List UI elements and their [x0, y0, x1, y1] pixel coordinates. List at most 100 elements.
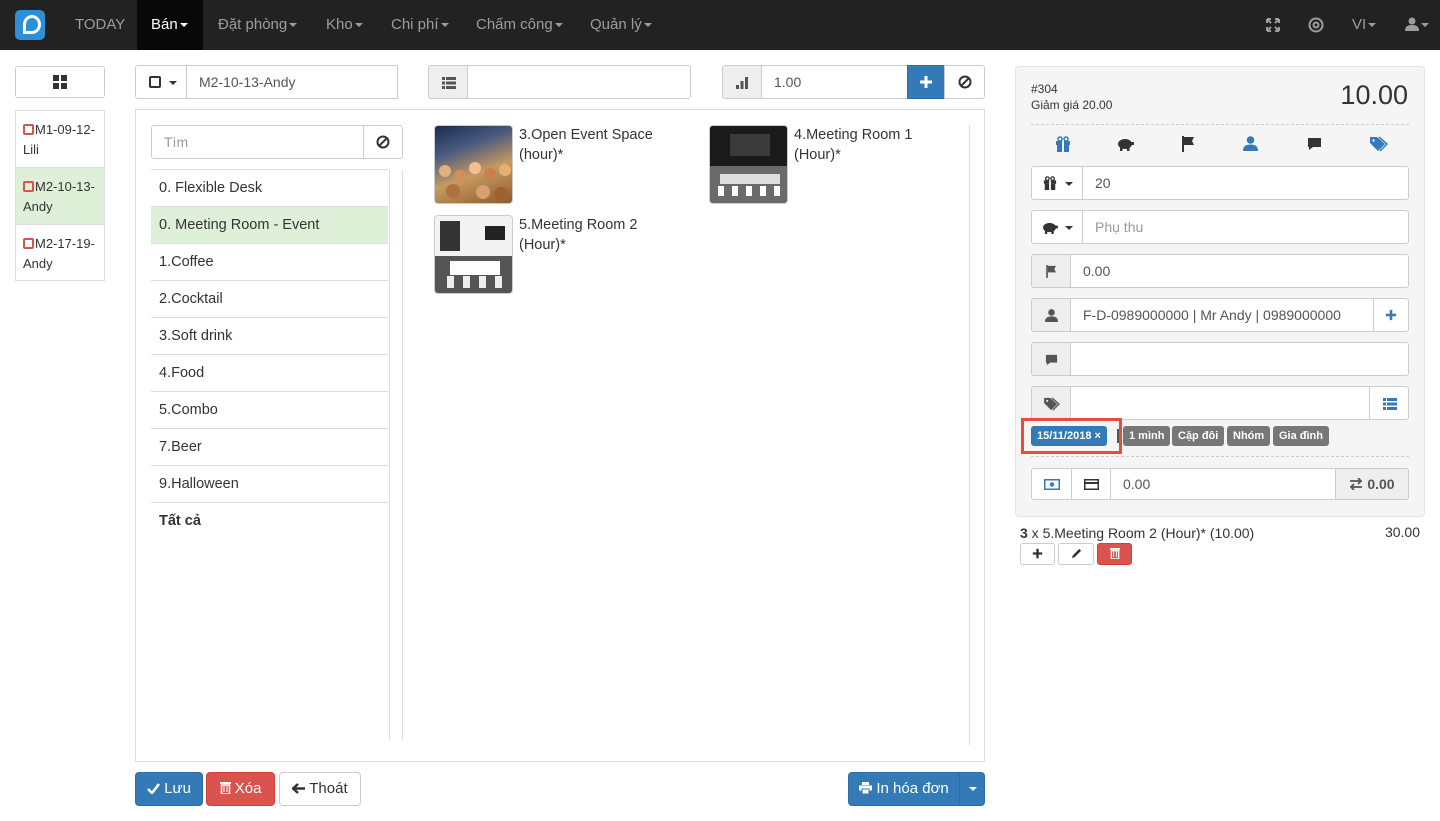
- nav-quan-ly[interactable]: Quản lý: [590, 0, 652, 50]
- category-item[interactable]: 4.Food: [151, 355, 388, 392]
- tag-option[interactable]: Nhóm: [1227, 426, 1271, 446]
- support-icon[interactable]: [1308, 17, 1324, 33]
- meeting-room-image: [710, 126, 787, 203]
- paid-amount-input[interactable]: 0.00: [1110, 468, 1336, 500]
- flag-addon: [1031, 254, 1071, 288]
- product-name[interactable]: 5.Meeting Room 2 (Hour)*: [519, 215, 679, 255]
- comment-icon[interactable]: [1307, 137, 1322, 151]
- category-item[interactable]: 7.Beer: [151, 429, 388, 466]
- table-item[interactable]: M1-09-12-Lili: [16, 111, 104, 168]
- list-addon: [428, 65, 468, 99]
- product-image[interactable]: [434, 125, 513, 204]
- list-icon: [442, 77, 456, 89]
- user-icon: [1045, 309, 1058, 322]
- delete-line-button[interactable]: [1097, 543, 1132, 565]
- table-select-dropdown[interactable]: [135, 65, 187, 99]
- add-customer-button[interactable]: [1373, 298, 1409, 332]
- tags-icon[interactable]: [1370, 136, 1388, 152]
- fullscreen-icon[interactable]: [1265, 17, 1281, 33]
- pencil-icon: [1071, 548, 1081, 559]
- product-filter-input[interactable]: [467, 65, 691, 99]
- sort-numeric-icon: [736, 77, 748, 89]
- discount-type-dropdown[interactable]: [1031, 166, 1083, 200]
- search-input[interactable]: Tìm: [151, 125, 364, 159]
- category-item[interactable]: 9.Halloween: [151, 466, 388, 503]
- date-tag[interactable]: 15/11/2018 ×: [1031, 426, 1107, 446]
- surcharge-type-dropdown[interactable]: [1031, 210, 1083, 244]
- tag-option[interactable]: Gia đình: [1273, 426, 1329, 446]
- category-item-selected[interactable]: 0. Meeting Room - Event: [151, 207, 388, 244]
- card-payment-button[interactable]: [1071, 468, 1111, 500]
- print-invoice-button[interactable]: In hóa đơn: [848, 772, 960, 806]
- print-icon: [859, 782, 873, 795]
- category-scrollbar[interactable]: [389, 170, 403, 740]
- add-quantity-button[interactable]: [907, 65, 945, 99]
- table-item[interactable]: M2-17-19-Andy: [16, 225, 104, 282]
- nav-today[interactable]: TODAY: [75, 0, 125, 50]
- gift-icon[interactable]: [1055, 136, 1071, 152]
- tag-option[interactable]: 1 mình: [1123, 426, 1171, 446]
- product-scrollbar[interactable]: [969, 125, 970, 745]
- caret-icon: [440, 23, 449, 28]
- status-square-icon: [23, 238, 34, 249]
- category-item[interactable]: 2.Cocktail: [151, 281, 388, 318]
- crowd-image: [439, 162, 511, 201]
- nav-dat-phong[interactable]: Đặt phòng: [218, 0, 298, 50]
- caret-icon: [1065, 226, 1073, 230]
- product-image[interactable]: [434, 215, 513, 294]
- gift-icon: [1043, 176, 1057, 190]
- clear-quantity-button[interactable]: [944, 65, 985, 99]
- product-name[interactable]: 4.Meeting Room 1 (Hour)*: [794, 125, 954, 165]
- order-total: 10.00: [1340, 80, 1408, 110]
- grid-view-button[interactable]: [15, 66, 105, 98]
- nav-language[interactable]: VI: [1352, 0, 1377, 50]
- customer-input[interactable]: F-D-0989000000 | Mr Andy | 0989000000: [1070, 298, 1374, 332]
- category-item[interactable]: 0. Flexible Desk: [151, 170, 388, 207]
- quantity-addon: [722, 65, 762, 99]
- surcharge-input[interactable]: Phụ thu: [1082, 210, 1409, 244]
- cash-payment-button[interactable]: [1031, 468, 1072, 500]
- exit-button[interactable]: Thoát: [279, 772, 361, 806]
- flag-value-input[interactable]: 0.00: [1070, 254, 1409, 288]
- piggy-bank-icon[interactable]: [1117, 137, 1134, 151]
- tag-option[interactable]: Cặp đôi: [1172, 426, 1225, 446]
- nav-kho[interactable]: Kho: [326, 0, 363, 50]
- print-options-dropdown[interactable]: [959, 772, 985, 806]
- checkbox-icon: [149, 76, 161, 88]
- nav-user[interactable]: [1405, 0, 1429, 50]
- order-line: 3 x 5.Meeting Room 2 (Hour)* (10.00): [1020, 525, 1254, 541]
- discount-input[interactable]: 20: [1082, 166, 1409, 200]
- flag-icon[interactable]: [1182, 136, 1195, 152]
- caret-icon: [554, 23, 563, 28]
- line-description: x 5.Meeting Room 2 (Hour)* (10.00): [1027, 525, 1255, 541]
- category-item[interactable]: 5.Combo: [151, 392, 388, 429]
- edit-line-button[interactable]: [1058, 543, 1094, 565]
- list-icon: [1383, 398, 1397, 410]
- user-icon: [1405, 17, 1419, 31]
- nav-chi-phi[interactable]: Chi phí: [391, 0, 449, 50]
- app-logo[interactable]: [15, 10, 45, 40]
- increase-line-button[interactable]: [1020, 543, 1055, 565]
- delete-button[interactable]: Xóa: [206, 772, 275, 806]
- grid-icon: [53, 75, 67, 89]
- customer-icon[interactable]: [1243, 136, 1258, 151]
- table-name-input[interactable]: M2-10-13-Andy: [186, 65, 398, 99]
- table-item-selected[interactable]: M2-10-13-Andy: [16, 168, 104, 225]
- nav-ban[interactable]: Bán: [137, 0, 203, 50]
- nav-cham-cong[interactable]: Chấm công: [476, 0, 563, 50]
- piggy-bank-icon: [1043, 222, 1058, 234]
- category-item[interactable]: 3.Soft drink: [151, 318, 388, 355]
- flag-icon: [1046, 265, 1056, 278]
- exchange-icon: [1350, 477, 1363, 491]
- quantity-input[interactable]: 1.00: [761, 65, 908, 99]
- category-item[interactable]: 1.Coffee: [151, 244, 388, 281]
- product-image[interactable]: [709, 125, 788, 204]
- note-input[interactable]: [1070, 342, 1409, 376]
- tags-input[interactable]: [1070, 386, 1370, 420]
- tags-list-button[interactable]: [1369, 386, 1409, 420]
- clear-search-button[interactable]: [363, 125, 403, 159]
- category-item-all[interactable]: Tất cả: [151, 503, 388, 540]
- save-button[interactable]: Lưu: [135, 772, 203, 806]
- arrow-left-icon: [291, 783, 306, 794]
- product-name[interactable]: 3.Open Event Space (hour)*: [519, 125, 679, 165]
